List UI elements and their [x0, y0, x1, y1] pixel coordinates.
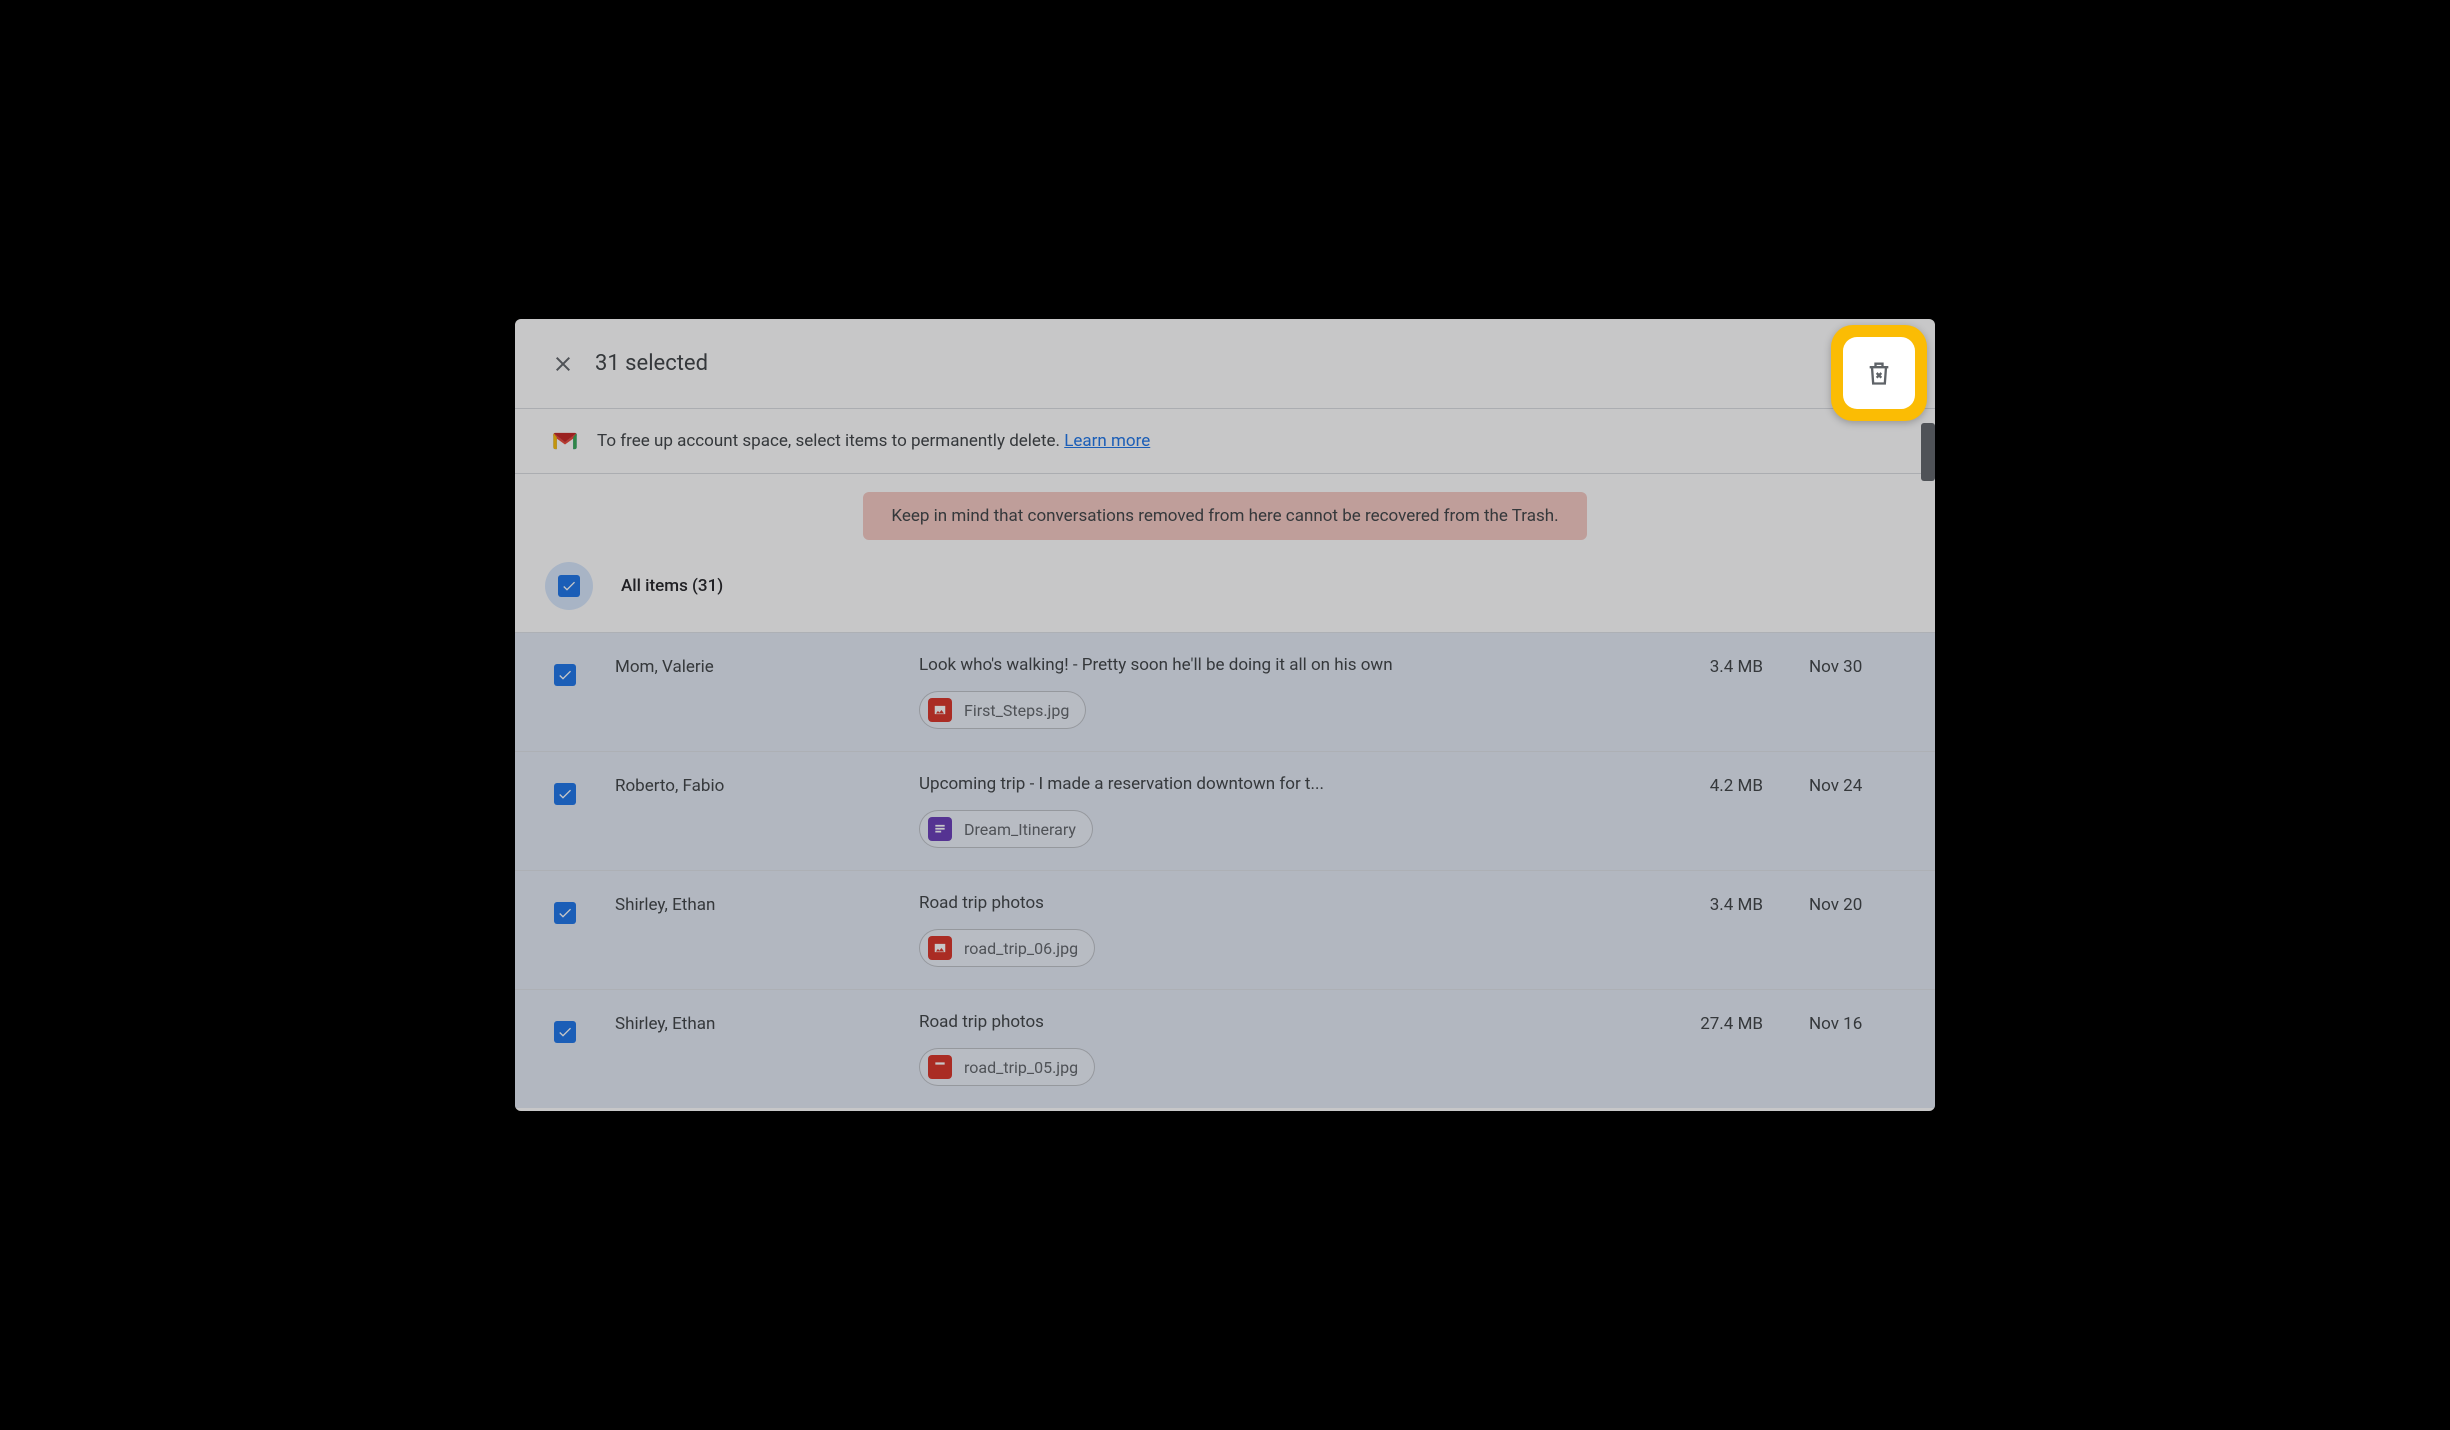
check-icon [557, 786, 573, 802]
subject: Road trip photos [919, 1012, 1593, 1032]
subject: Upcoming trip - I made a reservation dow… [919, 774, 1593, 794]
selection-header: 31 selected [515, 319, 1935, 409]
subject: Look who's walking! - Pretty soon he'll … [919, 655, 1593, 675]
row-checkbox-wrap [545, 893, 585, 933]
row-checkbox[interactable] [554, 1021, 576, 1043]
email-row[interactable]: Mom, Valerie Look who's walking! - Prett… [515, 632, 1935, 751]
info-text: To free up account space, select items t… [597, 431, 1150, 451]
close-button[interactable] [539, 340, 587, 388]
row-checkbox-wrap [545, 1012, 585, 1052]
select-all-wrap [545, 562, 593, 610]
check-icon [557, 905, 573, 921]
row-checkbox-wrap [545, 774, 585, 814]
all-items-label: All items (31) [621, 576, 723, 596]
date: Nov 16 [1763, 1012, 1935, 1034]
sender: Mom, Valerie [615, 655, 919, 677]
sender: Roberto, Fabio [615, 774, 919, 796]
delete-callout [1831, 325, 1927, 421]
subject: Road trip photos [919, 893, 1593, 913]
row-checkbox[interactable] [554, 664, 576, 686]
close-icon [551, 352, 575, 376]
date: Nov 20 [1763, 893, 1935, 915]
gmail-icon [551, 427, 579, 455]
sender: Shirley, Ethan [615, 1012, 919, 1034]
scrollbar-thumb[interactable] [1921, 423, 1935, 481]
attachment-name: road_trip_05.jpg [964, 1058, 1078, 1077]
attachment-chip[interactable]: road_trip_06.jpg [919, 929, 1095, 967]
size: 4.2 MB [1613, 774, 1763, 796]
attachment-name: road_trip_06.jpg [964, 939, 1078, 958]
delete-forever-button[interactable] [1843, 337, 1915, 409]
learn-more-link[interactable]: Learn more [1064, 431, 1150, 451]
sender: Shirley, Ethan [615, 893, 919, 915]
row-checkbox[interactable] [554, 902, 576, 924]
attachment-chip[interactable]: First_Steps.jpg [919, 691, 1086, 729]
attachment-name: Dream_Itinerary [964, 820, 1076, 839]
info-message: To free up account space, select items t… [597, 431, 1064, 451]
select-all-checkbox[interactable] [558, 575, 580, 597]
warning-banner: Keep in mind that conversations removed … [863, 492, 1586, 540]
attachment-name: First_Steps.jpg [964, 701, 1069, 720]
email-row[interactable]: Shirley, Ethan Road trip photos road_tri… [515, 870, 1935, 989]
video-icon [928, 1055, 952, 1079]
selection-count: 31 selected [595, 351, 708, 376]
attachment-chip[interactable]: Dream_Itinerary [919, 810, 1093, 848]
check-icon [557, 667, 573, 683]
date: Nov 24 [1763, 774, 1935, 796]
size: 27.4 MB [1613, 1012, 1763, 1034]
row-checkbox-wrap [545, 655, 585, 695]
email-list: Mom, Valerie Look who's walking! - Prett… [515, 632, 1935, 1108]
attachment-chip[interactable]: road_trip_05.jpg [919, 1048, 1095, 1086]
email-row[interactable]: Shirley, Ethan Road trip photos road_tri… [515, 989, 1935, 1108]
check-icon [561, 578, 577, 594]
check-icon [557, 1024, 573, 1040]
doc-icon [928, 817, 952, 841]
size: 3.4 MB [1613, 655, 1763, 677]
image-icon [928, 936, 952, 960]
info-bar: To free up account space, select items t… [515, 409, 1935, 474]
list-header: All items (31) [515, 540, 1935, 632]
date: Nov 30 [1763, 655, 1935, 677]
row-checkbox[interactable] [554, 783, 576, 805]
image-icon [928, 698, 952, 722]
size: 3.4 MB [1613, 893, 1763, 915]
email-row[interactable]: Roberto, Fabio Upcoming trip - I made a … [515, 751, 1935, 870]
trash-x-icon [1865, 359, 1893, 387]
